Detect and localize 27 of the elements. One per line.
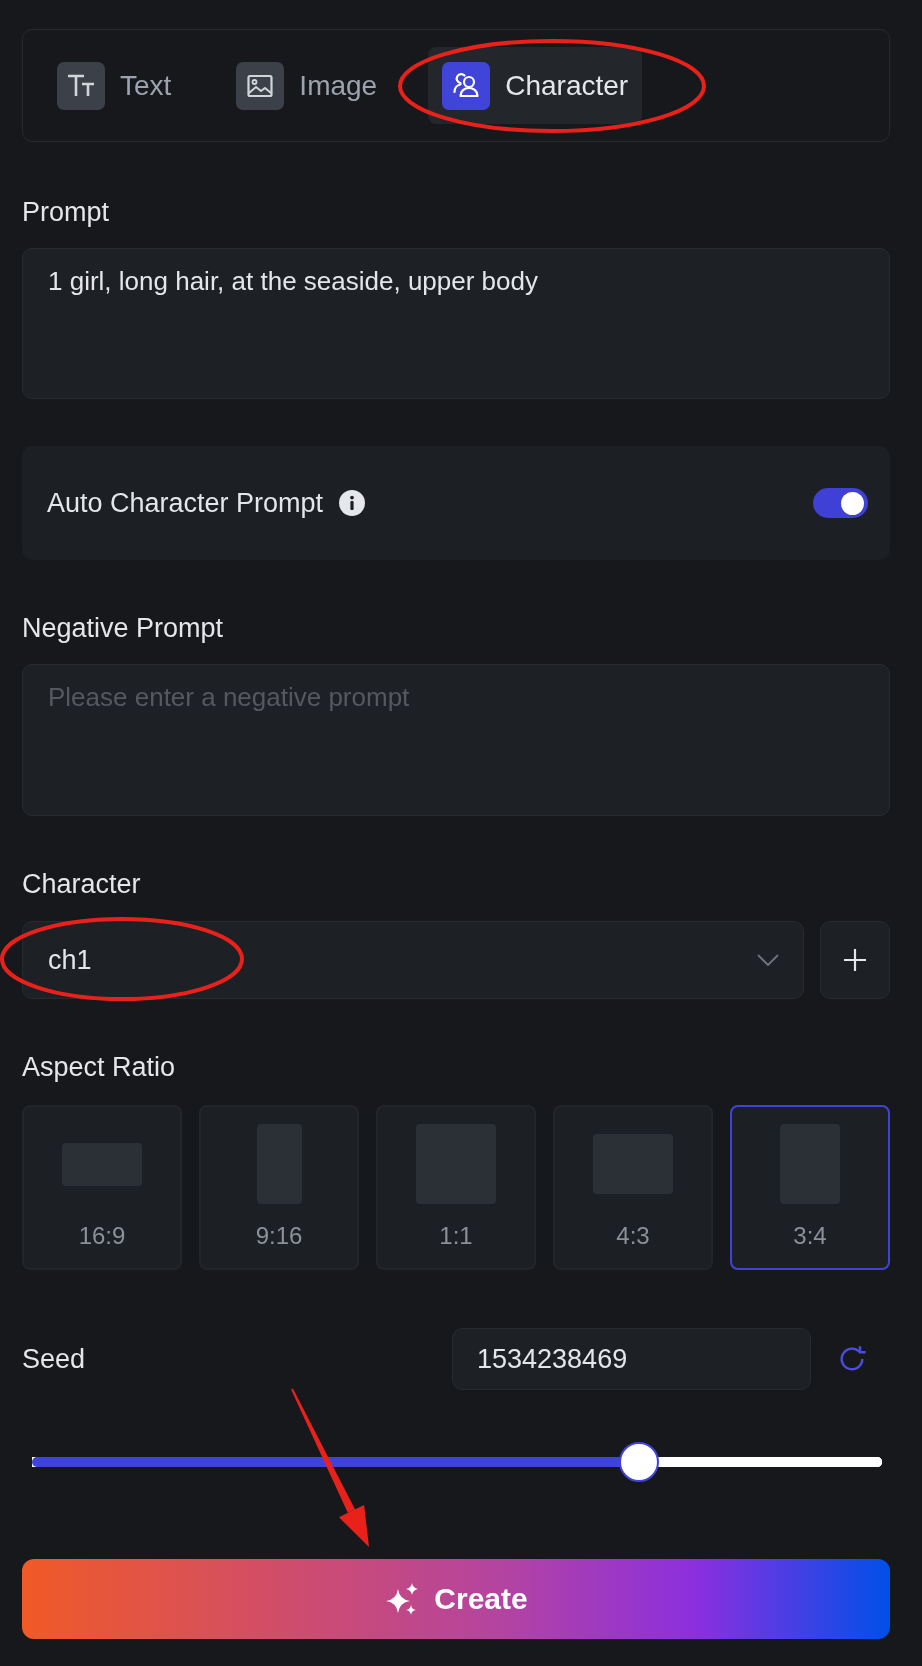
plus-icon bbox=[844, 949, 866, 971]
field-label: Negative Prompt bbox=[22, 612, 225, 644]
create-button[interactable]: Create bbox=[22, 1559, 890, 1639]
negative-prompt-field[interactable]: Please enter a negative prompt bbox=[22, 664, 890, 816]
prompt-field[interactable]: 1 girl, long hair, at the seaside, upper body bbox=[22, 248, 890, 399]
character-select[interactable]: ch1 bbox=[22, 921, 804, 999]
toggle-label: Auto Character Prompt bbox=[47, 487, 324, 519]
people-icon bbox=[442, 61, 491, 110]
info-icon[interactable] bbox=[339, 490, 366, 516]
aspect-ratio-option[interactable]: 16:9 bbox=[22, 1105, 182, 1270]
chevron-down-icon bbox=[757, 954, 779, 966]
text-format-icon bbox=[57, 61, 105, 110]
field-label: Prompt bbox=[22, 196, 111, 228]
aspect-ratio-option[interactable]: 1:1 bbox=[376, 1105, 536, 1270]
slider-thumb[interactable] bbox=[618, 1442, 659, 1482]
aspect-ratio-option[interactable]: 4:3 bbox=[553, 1105, 713, 1270]
tab[interactable]: Character bbox=[428, 47, 643, 124]
toggle-switch[interactable] bbox=[813, 488, 868, 518]
field-label: Aspect Ratio bbox=[22, 1051, 177, 1083]
field-label: Character bbox=[22, 868, 142, 900]
field-label: Seed bbox=[22, 1343, 86, 1375]
seed-input[interactable]: 1534238469 bbox=[452, 1328, 811, 1390]
image-icon bbox=[236, 61, 285, 110]
tab[interactable]: Image bbox=[222, 47, 392, 124]
aspect-ratio-option[interactable]: 9:16 bbox=[199, 1105, 359, 1270]
tab[interactable]: Text bbox=[43, 47, 186, 124]
aspect-ratio-option[interactable]: 3:4 bbox=[730, 1105, 890, 1270]
